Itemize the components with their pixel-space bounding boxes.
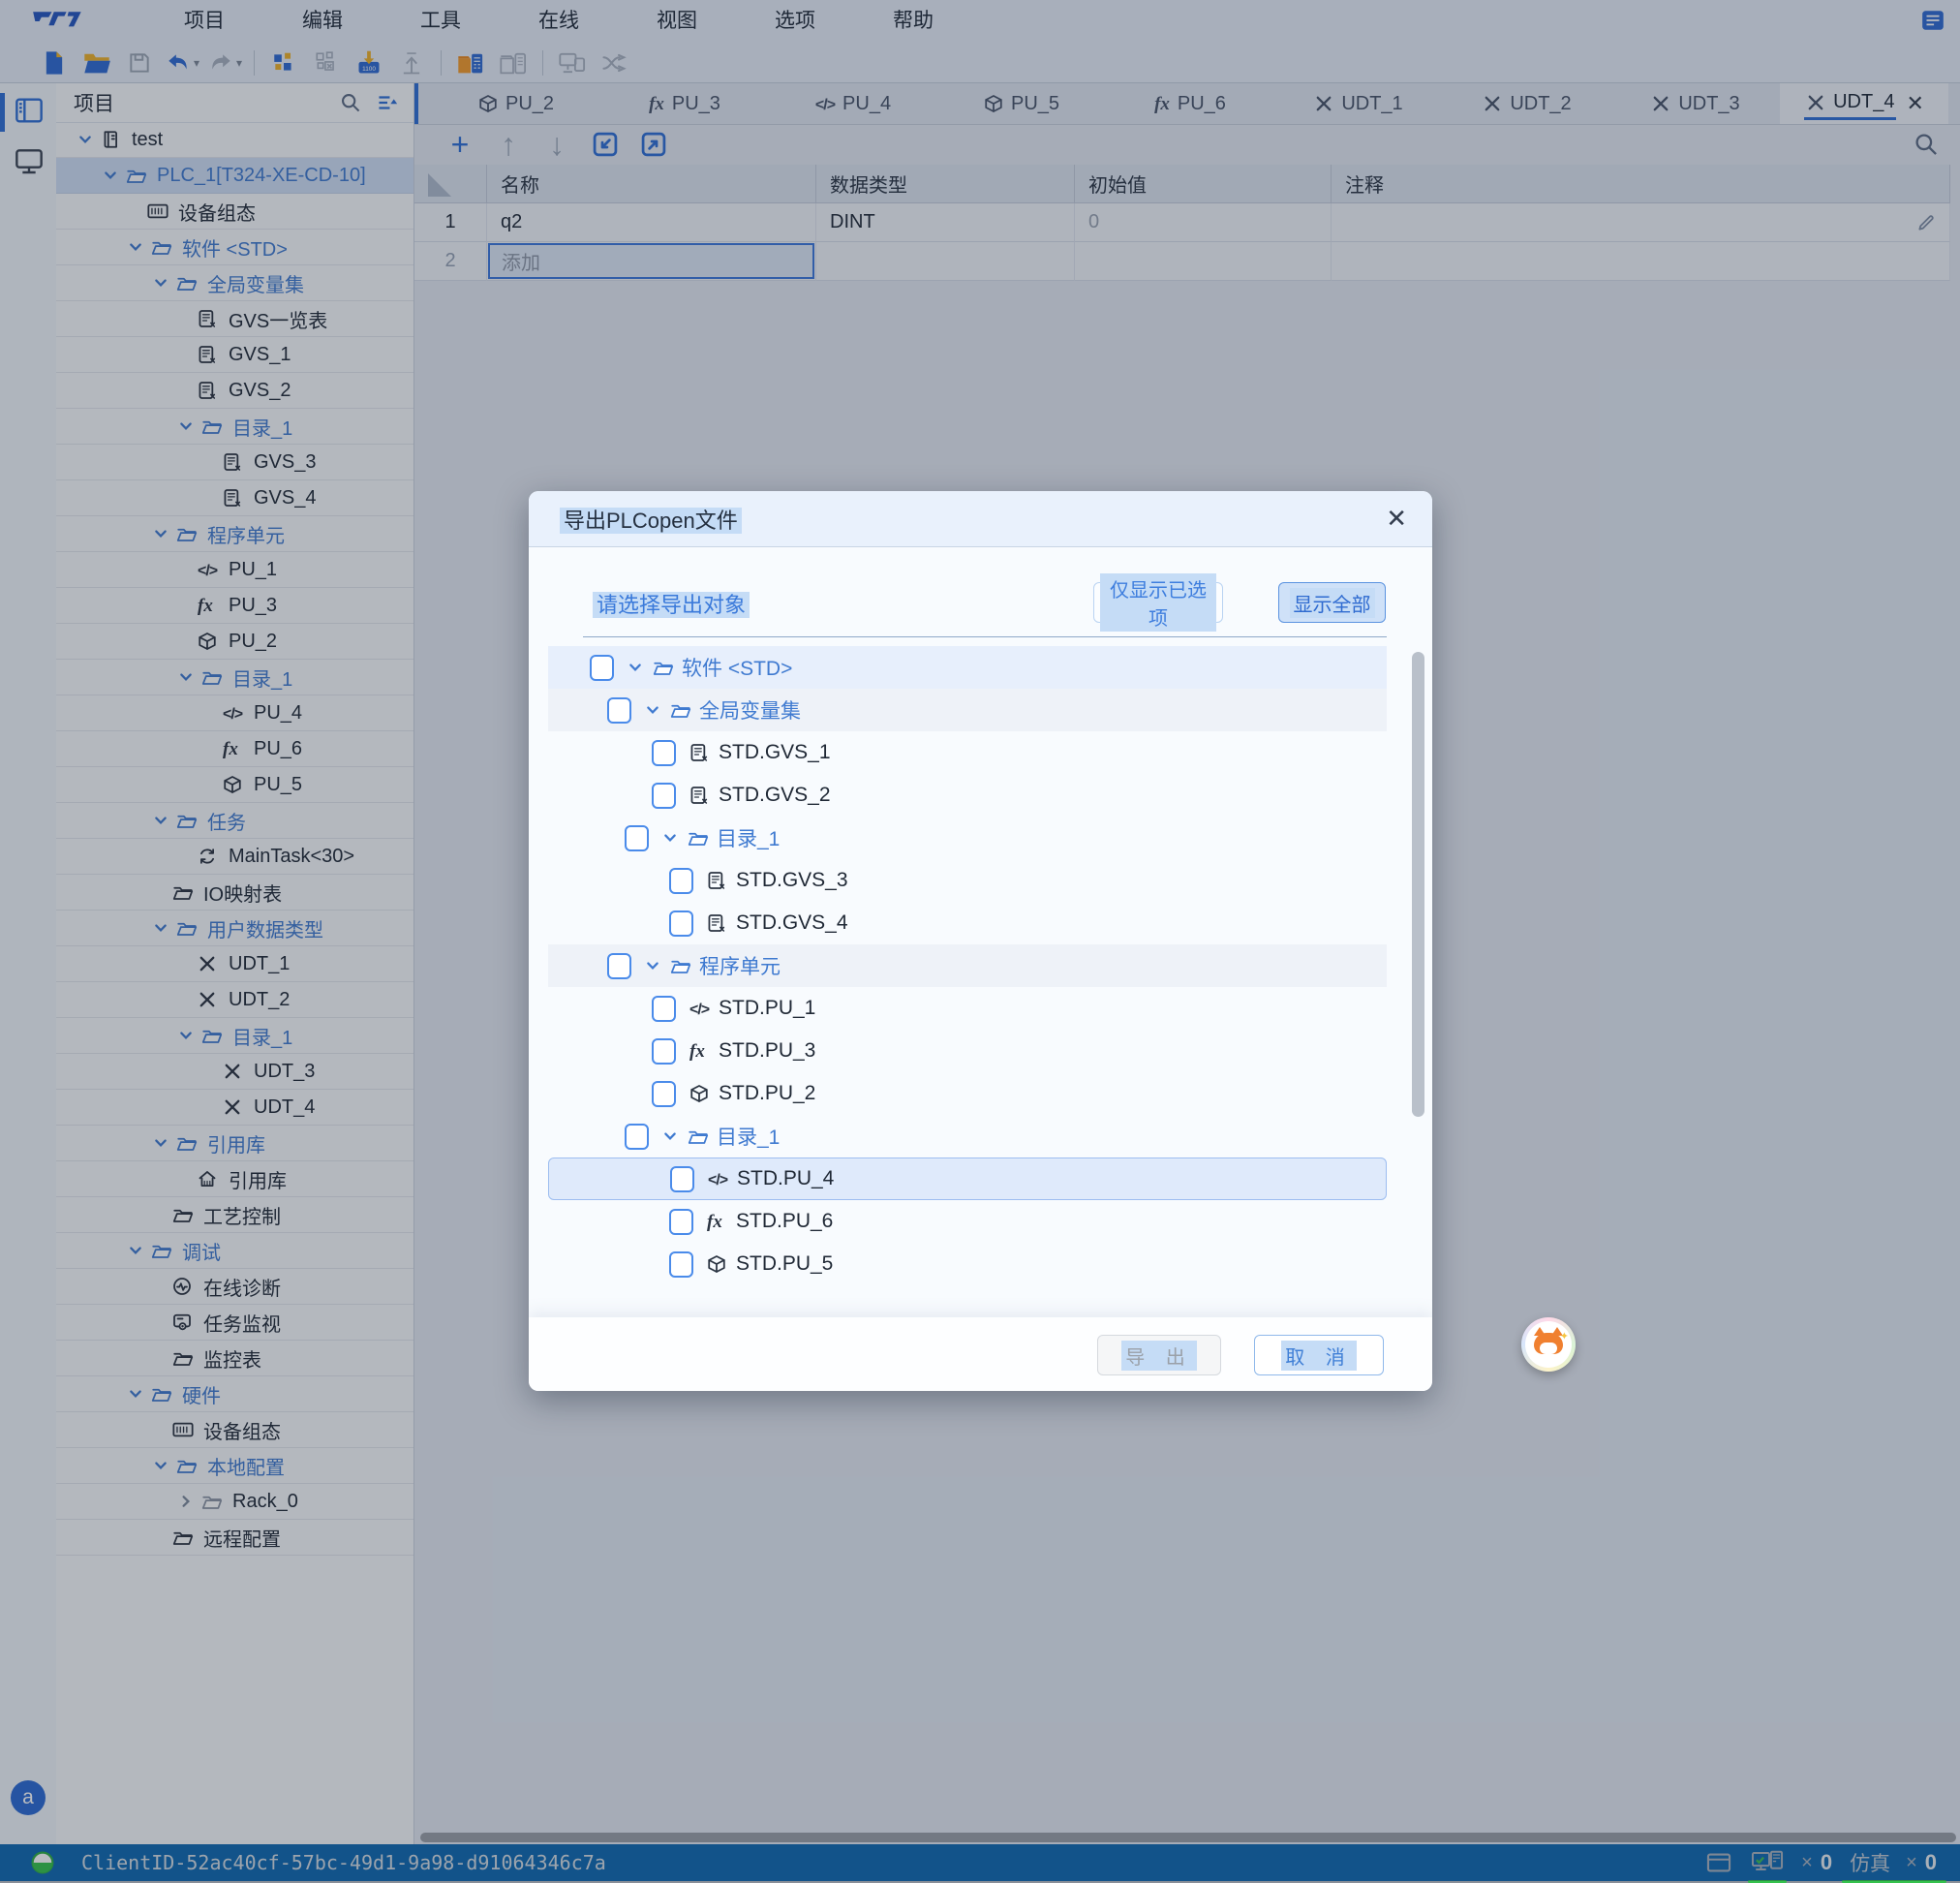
gvs-icon	[707, 913, 736, 933]
code-icon: </>	[689, 997, 719, 1020]
gvs-icon	[707, 871, 736, 890]
code-icon: </>	[708, 1167, 737, 1190]
export-tree-item-std-pu-6[interactable]: fxSTD.PU_6	[548, 1200, 1387, 1243]
export-tree-label: STD.GVS_3	[736, 869, 848, 892]
export-tree-label: STD.GVS_2	[719, 784, 831, 807]
close-icon[interactable]: ✕	[1386, 504, 1407, 534]
export-tree-label: 程序单元	[699, 951, 781, 980]
fox-face-icon: ✦	[1525, 1321, 1572, 1368]
checkbox[interactable]	[590, 655, 614, 681]
dialog-footer: 导 出 取 消	[529, 1317, 1432, 1391]
export-tree-label: STD.PU_2	[719, 1082, 815, 1105]
checkbox[interactable]	[652, 740, 676, 766]
cancel-button[interactable]: 取 消	[1254, 1335, 1384, 1375]
fx-icon: fx	[689, 1039, 719, 1063]
fx-icon: fx	[707, 1210, 736, 1233]
checkbox[interactable]	[607, 953, 631, 979]
export-plcopen-dialog: 导出PLCopen文件 ✕ 请选择导出对象 仅显示已选项 显示全部 软件 <ST…	[529, 491, 1432, 1391]
checkbox[interactable]	[652, 1038, 676, 1065]
export-tree-label: 全局变量集	[699, 695, 801, 725]
divider	[583, 636, 1387, 637]
checkbox[interactable]	[607, 697, 631, 724]
chevron-down-icon[interactable]	[662, 1128, 688, 1144]
export-tree-label: STD.GVS_1	[719, 741, 831, 764]
dialog-scrollbar[interactable]	[1412, 646, 1424, 1305]
export-tree-label: 软件 <STD>	[682, 653, 792, 682]
folder-icon	[688, 1127, 717, 1146]
export-tree-label: STD.PU_4	[737, 1167, 834, 1190]
checkbox[interactable]	[652, 1081, 676, 1107]
export-tree-label: STD.PU_1	[719, 997, 815, 1020]
chevron-down-icon[interactable]	[645, 958, 670, 973]
export-object-tree: 软件 <STD> 全局变量集 STD.GVS_1 STD.GVS_2 目录_1 STD.G…	[548, 646, 1387, 1293]
export-tree-label: 目录_1	[717, 1122, 780, 1151]
chevron-down-icon[interactable]	[645, 702, 670, 718]
dialog-header[interactable]: 导出PLCopen文件 ✕	[529, 491, 1432, 547]
export-tree-label: STD.GVS_4	[736, 911, 848, 935]
checkbox[interactable]	[669, 1251, 693, 1278]
export-tree-label: STD.PU_6	[736, 1210, 833, 1233]
checkbox[interactable]	[652, 783, 676, 809]
gvs-icon	[689, 786, 719, 805]
checkbox[interactable]	[625, 1124, 649, 1150]
checkbox[interactable]	[652, 996, 676, 1022]
cube-icon	[707, 1254, 736, 1274]
export-tree-item-std-gvs-4[interactable]: STD.GVS_4	[548, 902, 1387, 944]
export-tree-label: STD.PU_3	[719, 1039, 815, 1063]
folder-icon	[670, 957, 699, 975]
export-tree-item-std-pu-5[interactable]: STD.PU_5	[548, 1243, 1387, 1285]
export-tree-item-std-pu-3[interactable]: fxSTD.PU_3	[548, 1030, 1387, 1072]
folder-icon	[653, 659, 682, 677]
export-tree-item-software-std[interactable]: 软件 <STD>	[548, 646, 1387, 689]
checkbox[interactable]	[669, 868, 693, 894]
dialog-title: 导出PLCopen文件	[560, 508, 742, 534]
export-tree-item-std-gvs-2[interactable]: STD.GVS_2	[548, 774, 1387, 817]
export-tree-item-std-pu-4[interactable]: </>STD.PU_4	[548, 1158, 1387, 1200]
export-tree-item-dir-1-gvs[interactable]: 目录_1	[548, 817, 1387, 859]
checkbox[interactable]	[669, 911, 693, 937]
export-tree-label: 目录_1	[717, 823, 780, 852]
gvs-icon	[689, 743, 719, 762]
show-selected-only-button[interactable]: 仅显示已选项	[1093, 582, 1223, 623]
show-all-button[interactable]: 显示全部	[1278, 582, 1386, 623]
export-tree-item-global-var-sets[interactable]: 全局变量集	[548, 689, 1387, 731]
export-tree-item-dir-1-pu[interactable]: 目录_1	[548, 1115, 1387, 1158]
checkbox[interactable]	[669, 1209, 693, 1235]
export-tree-item-program-units[interactable]: 程序单元	[548, 944, 1387, 987]
chevron-down-icon[interactable]	[662, 830, 688, 846]
export-tree-item-std-pu-2[interactable]: STD.PU_2	[548, 1072, 1387, 1115]
folder-icon	[670, 701, 699, 720]
export-tree-item-std-gvs-3[interactable]: STD.GVS_3	[548, 859, 1387, 902]
export-tree-item-std-gvs-1[interactable]: STD.GVS_1	[548, 731, 1387, 774]
cube-icon	[689, 1084, 719, 1103]
chevron-down-icon[interactable]	[628, 660, 653, 675]
export-button[interactable]: 导 出	[1097, 1335, 1221, 1375]
assistant-avatar-button[interactable]: ✦	[1521, 1317, 1576, 1372]
folder-icon	[688, 829, 717, 848]
dialog-prompt: 请选择导出对象	[593, 592, 750, 618]
export-tree-label: STD.PU_5	[736, 1252, 833, 1276]
checkbox[interactable]	[670, 1166, 694, 1192]
export-tree-item-std-pu-1[interactable]: </>STD.PU_1	[548, 987, 1387, 1030]
checkbox[interactable]	[625, 825, 649, 851]
